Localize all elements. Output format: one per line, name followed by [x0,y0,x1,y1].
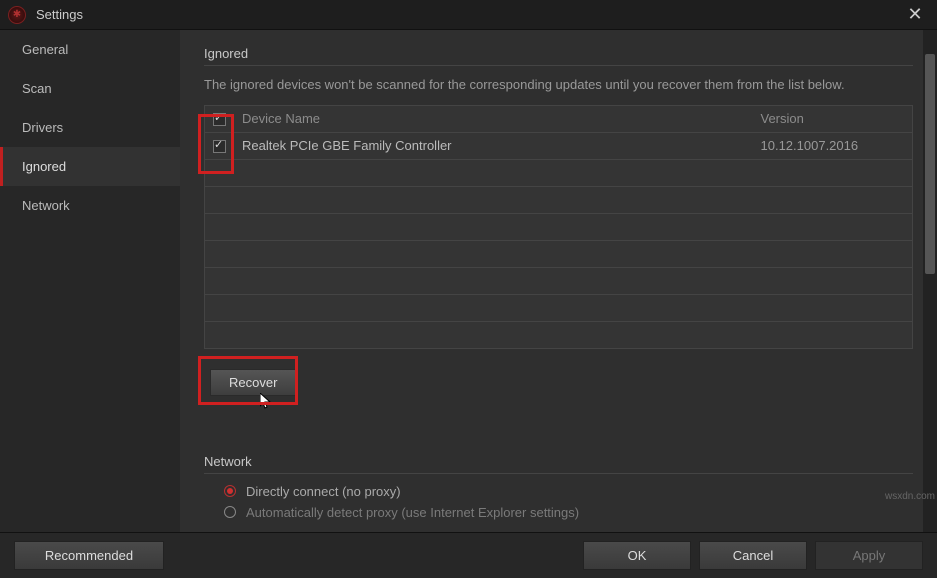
table-row-empty [205,240,913,267]
row-version: 10.12.1007.2016 [753,132,913,159]
radio-icon [224,485,236,497]
scroll-thumb[interactable] [925,54,935,274]
column-version: Version [753,105,913,132]
recommended-button[interactable]: Recommended [14,541,164,570]
table-row-empty [205,186,913,213]
main-panel: Ignored The ignored devices won't be sca… [180,30,937,532]
recover-button-label: Recover [229,375,277,390]
button-label: Recommended [45,548,133,563]
sidebar-item-label: Scan [22,81,52,96]
sidebar-item-label: General [22,42,68,57]
table-row[interactable]: Realtek PCIe GBE Family Controller 10.12… [205,132,913,159]
table-row-empty [205,213,913,240]
sidebar: General Scan Drivers Ignored Network [0,30,180,532]
select-all-checkbox[interactable] [213,113,226,126]
sidebar-item-network[interactable]: Network [0,186,180,225]
sidebar-item-ignored[interactable]: Ignored [0,147,180,186]
body: General Scan Drivers Ignored Network Ign… [0,30,937,532]
table-row-empty [205,294,913,321]
button-label: Apply [853,548,886,563]
network-section: Network Directly connect (no proxy) Auto… [204,454,913,520]
select-all-cell[interactable] [205,105,235,132]
radio-auto-detect[interactable]: Automatically detect proxy (use Internet… [224,505,913,520]
table-row-empty [205,267,913,294]
table-row-empty [205,321,913,348]
row-checkbox[interactable] [213,140,226,153]
section-title-network: Network [204,454,913,469]
titlebar: ✱ Settings ✕ [0,0,937,30]
app-logo-icon: ✱ [8,6,26,24]
sidebar-item-general[interactable]: General [0,30,180,69]
section-title-ignored: Ignored [204,46,913,61]
recover-button-wrap: Recover [204,363,302,402]
radio-label: Automatically detect proxy (use Internet… [246,505,579,520]
radio-icon [224,506,236,518]
sidebar-item-label: Ignored [22,159,66,174]
scrollbar[interactable] [923,30,937,532]
recover-button[interactable]: Recover [210,369,296,396]
apply-button: Apply [815,541,923,570]
table-header-row: Device Name Version [205,105,913,132]
footer: Recommended OK Cancel Apply [0,532,937,578]
button-label: OK [628,548,647,563]
sidebar-item-scan[interactable]: Scan [0,69,180,108]
row-device: Realtek PCIe GBE Family Controller [234,132,753,159]
window-title: Settings [36,7,901,22]
ok-button[interactable]: OK [583,541,691,570]
radio-label: Directly connect (no proxy) [246,484,401,499]
ignored-table: Device Name Version Realtek PCIe GBE Fam… [204,105,913,349]
column-device: Device Name [234,105,753,132]
ignored-description: The ignored devices won't be scanned for… [204,76,913,95]
radio-direct-connect[interactable]: Directly connect (no proxy) [224,484,913,499]
table-row-empty [205,159,913,186]
divider [204,65,913,66]
divider [204,473,913,474]
button-label: Cancel [733,548,773,563]
sidebar-item-drivers[interactable]: Drivers [0,108,180,147]
sidebar-item-label: Network [22,198,70,213]
row-check-cell[interactable] [205,132,235,159]
close-icon[interactable]: ✕ [901,4,929,25]
watermark: wsxdn.com [885,491,935,502]
sidebar-item-label: Drivers [22,120,63,135]
cancel-button[interactable]: Cancel [699,541,807,570]
